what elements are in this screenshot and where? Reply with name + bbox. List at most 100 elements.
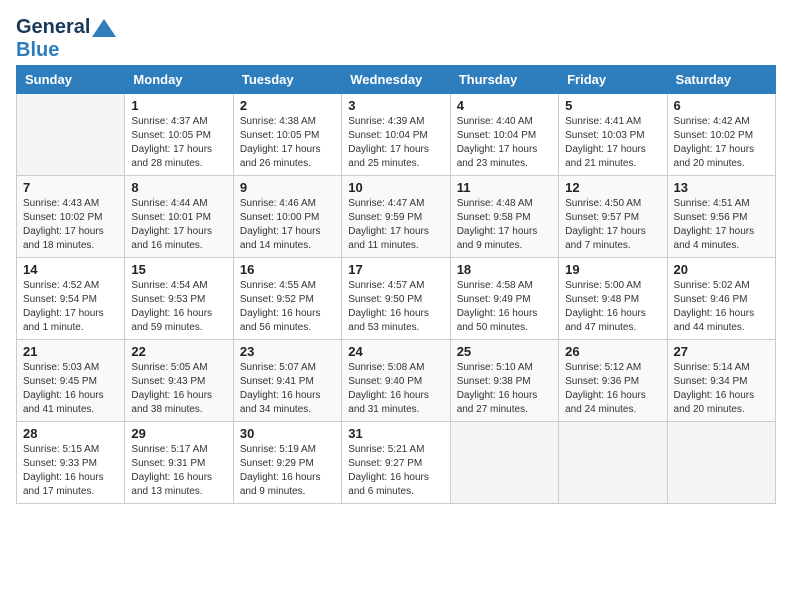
calendar-day-cell: 29 Sunrise: 5:17 AMSunset: 9:31 PMDayligh… <box>125 421 233 503</box>
day-info: Sunrise: 4:47 AMSunset: 9:59 PMDaylight:… <box>348 197 443 253</box>
day-number: 19 <box>565 262 660 277</box>
day-number: 29 <box>131 426 226 441</box>
day-number: 31 <box>348 426 443 441</box>
calendar-day-cell: 8 Sunrise: 4:44 AMSunset: 10:01 PMDayligh… <box>125 175 233 257</box>
day-number: 14 <box>23 262 118 277</box>
day-number: 28 <box>23 426 118 441</box>
calendar-day-cell: 1 Sunrise: 4:37 AMSunset: 10:05 PMDayligh… <box>125 93 233 175</box>
day-info: Sunrise: 4:44 AMSunset: 10:01 PMDaylight… <box>131 197 226 253</box>
day-info: Sunrise: 4:58 AMSunset: 9:49 PMDaylight:… <box>457 279 552 335</box>
calendar-day-cell: 4 Sunrise: 4:40 AMSunset: 10:04 PMDayligh… <box>450 93 558 175</box>
day-number: 2 <box>240 98 335 113</box>
weekday-header-cell: Sunday <box>17 65 125 93</box>
weekday-header-cell: Tuesday <box>233 65 341 93</box>
day-number: 6 <box>674 98 769 113</box>
day-info: Sunrise: 4:48 AMSunset: 9:58 PMDaylight:… <box>457 197 552 253</box>
calendar-day-cell: 22 Sunrise: 5:05 AMSunset: 9:43 PMDayligh… <box>125 339 233 421</box>
day-number: 15 <box>131 262 226 277</box>
calendar-day-cell: 3 Sunrise: 4:39 AMSunset: 10:04 PMDayligh… <box>342 93 450 175</box>
day-number: 24 <box>348 344 443 359</box>
day-number: 17 <box>348 262 443 277</box>
logo-text: General <box>16 16 118 39</box>
calendar-week-row: 1 Sunrise: 4:37 AMSunset: 10:05 PMDayligh… <box>17 93 776 175</box>
day-info: Sunrise: 5:17 AMSunset: 9:31 PMDaylight:… <box>131 443 226 499</box>
calendar-week-row: 7 Sunrise: 4:43 AMSunset: 10:02 PMDayligh… <box>17 175 776 257</box>
logo-blue: Blue <box>16 39 118 61</box>
day-info: Sunrise: 4:42 AMSunset: 10:02 PMDaylight… <box>674 115 769 171</box>
calendar-day-cell: 23 Sunrise: 5:07 AMSunset: 9:41 PMDayligh… <box>233 339 341 421</box>
weekday-header-cell: Thursday <box>450 65 558 93</box>
day-info: Sunrise: 5:02 AMSunset: 9:46 PMDaylight:… <box>674 279 769 335</box>
day-number: 9 <box>240 180 335 195</box>
day-info: Sunrise: 5:12 AMSunset: 9:36 PMDaylight:… <box>565 361 660 417</box>
day-info: Sunrise: 4:41 AMSunset: 10:03 PMDaylight… <box>565 115 660 171</box>
calendar-day-cell: 21 Sunrise: 5:03 AMSunset: 9:45 PMDayligh… <box>17 339 125 421</box>
day-number: 20 <box>674 262 769 277</box>
day-number: 5 <box>565 98 660 113</box>
calendar-day-cell: 9Sunrise: 4:46 AMSunset: 10:00 PMDayligh… <box>233 175 341 257</box>
day-info: Sunrise: 4:39 AMSunset: 10:04 PMDaylight… <box>348 115 443 171</box>
logo: General Blue <box>16 16 118 61</box>
day-info: Sunrise: 5:10 AMSunset: 9:38 PMDaylight:… <box>457 361 552 417</box>
day-info: Sunrise: 5:21 AMSunset: 9:27 PMDaylight:… <box>348 443 443 499</box>
day-info: Sunrise: 4:43 AMSunset: 10:02 PMDaylight… <box>23 197 118 253</box>
day-info: Sunrise: 4:52 AMSunset: 9:54 PMDaylight:… <box>23 279 118 335</box>
day-number: 16 <box>240 262 335 277</box>
day-number: 27 <box>674 344 769 359</box>
weekday-header-cell: Monday <box>125 65 233 93</box>
day-info: Sunrise: 5:08 AMSunset: 9:40 PMDaylight:… <box>348 361 443 417</box>
day-number: 23 <box>240 344 335 359</box>
day-number: 18 <box>457 262 552 277</box>
calendar-day-cell: 2 Sunrise: 4:38 AMSunset: 10:05 PMDayligh… <box>233 93 341 175</box>
day-info: Sunrise: 5:07 AMSunset: 9:41 PMDaylight:… <box>240 361 335 417</box>
day-number: 26 <box>565 344 660 359</box>
calendar-day-cell: 16 Sunrise: 4:55 AMSunset: 9:52 PMDayligh… <box>233 257 341 339</box>
calendar-day-cell <box>17 93 125 175</box>
calendar-week-row: 21 Sunrise: 5:03 AMSunset: 9:45 PMDayligh… <box>17 339 776 421</box>
day-number: 11 <box>457 180 552 195</box>
calendar-week-row: 28 Sunrise: 5:15 AMSunset: 9:33 PMDayligh… <box>17 421 776 503</box>
day-number: 7 <box>23 180 118 195</box>
day-info: Sunrise: 4:55 AMSunset: 9:52 PMDaylight:… <box>240 279 335 335</box>
calendar-day-cell <box>559 421 667 503</box>
weekday-header-cell: Friday <box>559 65 667 93</box>
day-info: Sunrise: 5:00 AMSunset: 9:48 PMDaylight:… <box>565 279 660 335</box>
calendar-week-row: 14 Sunrise: 4:52 AMSunset: 9:54 PMDayligh… <box>17 257 776 339</box>
day-number: 25 <box>457 344 552 359</box>
page-header: General Blue <box>16 16 776 61</box>
calendar-day-cell: 17Sunrise: 4:57 AMSunset: 9:50 PMDayligh… <box>342 257 450 339</box>
day-info: Sunrise: 4:51 AMSunset: 9:56 PMDaylight:… <box>674 197 769 253</box>
calendar-day-cell: 25 Sunrise: 5:10 AMSunset: 9:38 PMDayligh… <box>450 339 558 421</box>
calendar-day-cell: 6 Sunrise: 4:42 AMSunset: 10:02 PMDayligh… <box>667 93 775 175</box>
day-info: Sunrise: 4:38 AMSunset: 10:05 PMDaylight… <box>240 115 335 171</box>
calendar-day-cell: 31 Sunrise: 5:21 AMSunset: 9:27 PMDayligh… <box>342 421 450 503</box>
weekday-header-cell: Wednesday <box>342 65 450 93</box>
calendar-day-cell: 11 Sunrise: 4:48 AMSunset: 9:58 PMDayligh… <box>450 175 558 257</box>
day-info: Sunrise: 4:37 AMSunset: 10:05 PMDaylight… <box>131 115 226 171</box>
day-number: 4 <box>457 98 552 113</box>
calendar-day-cell: 14 Sunrise: 4:52 AMSunset: 9:54 PMDayligh… <box>17 257 125 339</box>
day-number: 13 <box>674 180 769 195</box>
day-info: Sunrise: 5:05 AMSunset: 9:43 PMDaylight:… <box>131 361 226 417</box>
day-number: 21 <box>23 344 118 359</box>
day-info: Sunrise: 5:14 AMSunset: 9:34 PMDaylight:… <box>674 361 769 417</box>
weekday-header-row: SundayMondayTuesdayWednesdayThursdayFrid… <box>17 65 776 93</box>
day-info: Sunrise: 5:03 AMSunset: 9:45 PMDaylight:… <box>23 361 118 417</box>
calendar-day-cell: 13 Sunrise: 4:51 AMSunset: 9:56 PMDayligh… <box>667 175 775 257</box>
day-number: 22 <box>131 344 226 359</box>
day-info: Sunrise: 5:19 AMSunset: 9:29 PMDaylight:… <box>240 443 335 499</box>
day-number: 12 <box>565 180 660 195</box>
calendar-day-cell: 7 Sunrise: 4:43 AMSunset: 10:02 PMDayligh… <box>17 175 125 257</box>
day-number: 8 <box>131 180 226 195</box>
day-info: Sunrise: 5:15 AMSunset: 9:33 PMDaylight:… <box>23 443 118 499</box>
day-number: 1 <box>131 98 226 113</box>
calendar-day-cell: 28 Sunrise: 5:15 AMSunset: 9:33 PMDayligh… <box>17 421 125 503</box>
calendar-table: SundayMondayTuesdayWednesdayThursdayFrid… <box>16 65 776 504</box>
calendar-day-cell: 5 Sunrise: 4:41 AMSunset: 10:03 PMDayligh… <box>559 93 667 175</box>
day-info: Sunrise: 4:40 AMSunset: 10:04 PMDaylight… <box>457 115 552 171</box>
calendar-day-cell: 15Sunrise: 4:54 AMSunset: 9:53 PMDayligh… <box>125 257 233 339</box>
day-number: 3 <box>348 98 443 113</box>
calendar-day-cell: 19 Sunrise: 5:00 AMSunset: 9:48 PMDayligh… <box>559 257 667 339</box>
calendar-day-cell: 10 Sunrise: 4:47 AMSunset: 9:59 PMDayligh… <box>342 175 450 257</box>
day-number: 10 <box>348 180 443 195</box>
